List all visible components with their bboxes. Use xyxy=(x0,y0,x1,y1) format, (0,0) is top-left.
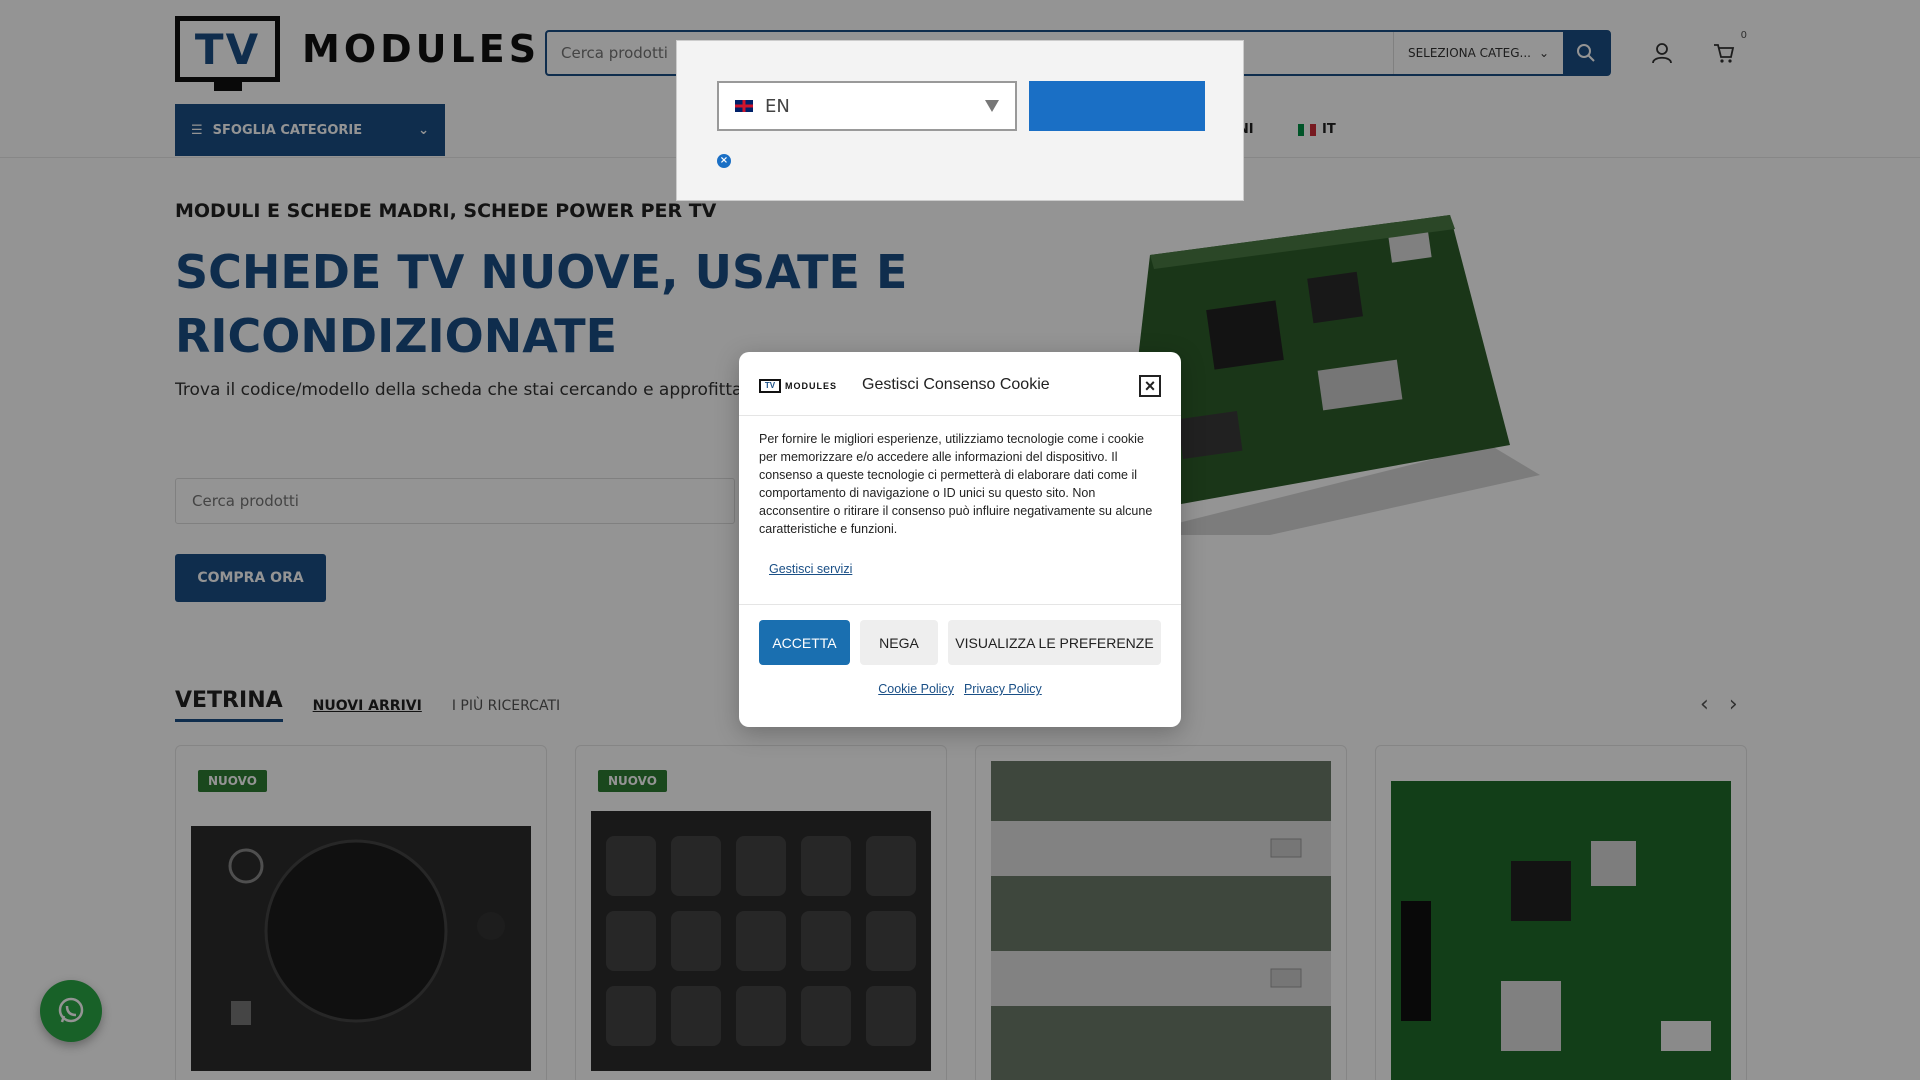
close-icon[interactable]: × xyxy=(717,154,731,168)
divider xyxy=(739,604,1181,605)
manage-services-link[interactable]: Gestisci servizi xyxy=(769,562,852,576)
language-select[interactable]: EN xyxy=(717,81,1017,131)
deny-button[interactable]: NEGA xyxy=(860,620,938,665)
view-preferences-button[interactable]: VISUALIZZA LE PREFERENZE xyxy=(948,620,1161,665)
language-select-value: EN xyxy=(765,95,790,117)
cookie-dialog-header: TV MODULES Gestisci Consenso Cookie × xyxy=(739,352,1181,416)
cookie-logo-text: MODULES xyxy=(785,381,837,391)
accept-button[interactable]: ACCETTA xyxy=(759,620,850,665)
policy-links: Cookie Policy Privacy Policy xyxy=(739,682,1181,696)
cookie-dialog-title: Gestisci Consenso Cookie xyxy=(862,376,1050,393)
cookie-logo-tv: TV xyxy=(759,379,781,393)
uk-flag-icon xyxy=(735,100,753,112)
privacy-policy-link[interactable]: Privacy Policy xyxy=(964,682,1042,696)
close-icon[interactable]: × xyxy=(1139,375,1161,397)
language-popup: EN × xyxy=(676,40,1244,201)
cookie-consent-dialog: TV MODULES Gestisci Consenso Cookie × Pe… xyxy=(739,352,1181,727)
cookie-dialog-text: Per fornire le migliori esperienze, util… xyxy=(759,432,1153,536)
language-confirm-button[interactable] xyxy=(1029,81,1205,131)
cookie-logo: TV MODULES xyxy=(759,379,837,393)
cookie-policy-link[interactable]: Cookie Policy xyxy=(878,682,954,696)
dropdown-arrow-icon xyxy=(985,100,999,112)
